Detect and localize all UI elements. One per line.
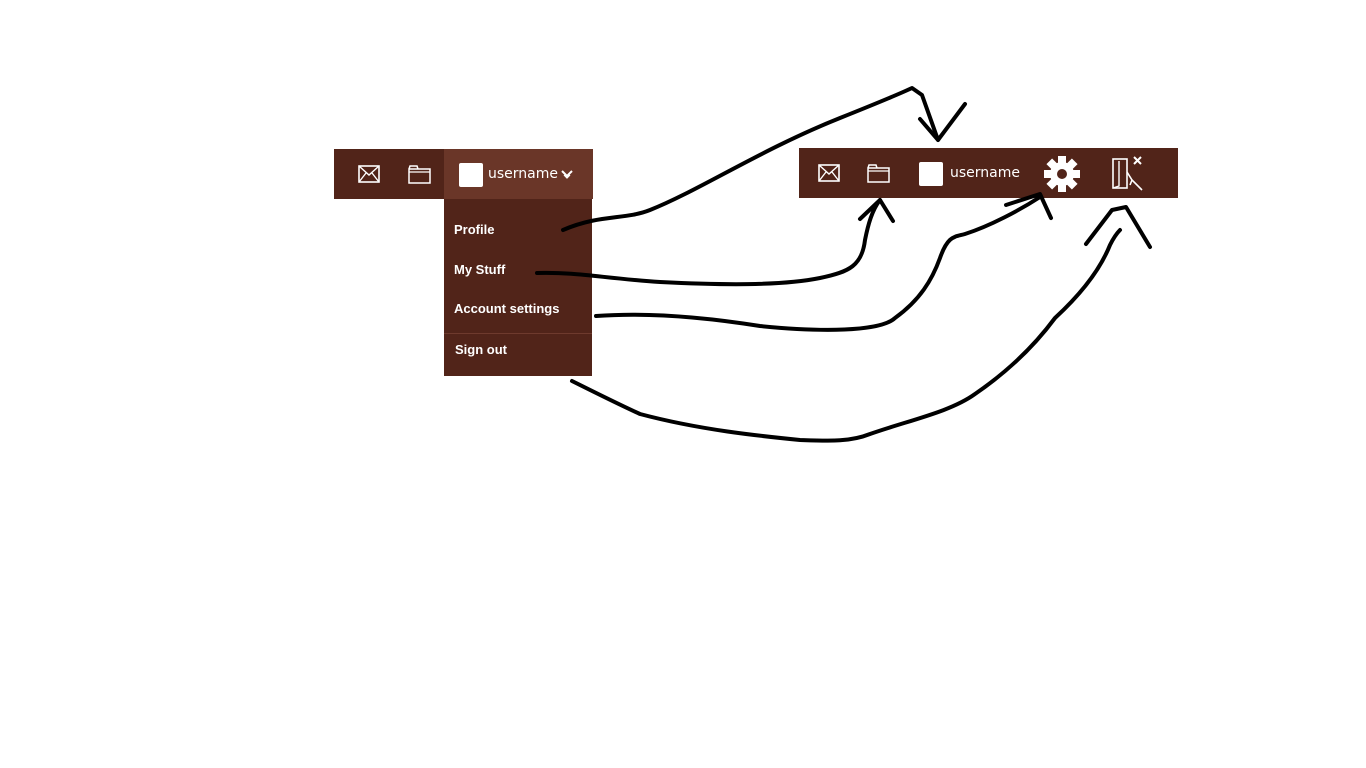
annotation-arrows (535, 86, 1152, 443)
mail-icon[interactable] (818, 164, 840, 182)
folder-icon[interactable] (408, 165, 431, 184)
gear-icon[interactable] (1043, 155, 1081, 193)
avatar[interactable] (919, 162, 943, 186)
menu-divider (444, 333, 592, 334)
arrow-signout-to-exit (570, 228, 1122, 443)
username-label: username (488, 166, 558, 182)
arrowhead-exit (1084, 205, 1152, 249)
chevron-down-icon (561, 170, 573, 179)
menu-item-account-settings[interactable]: Account settings (454, 301, 559, 317)
menu-item-my-stuff[interactable]: My Stuff (454, 262, 505, 278)
menu-item-sign-out[interactable]: Sign out (455, 342, 507, 358)
user-dropdown-menu: Profile My Stuff Account settings Sign o… (444, 199, 592, 376)
toolbar-old: username (334, 149, 593, 199)
folder-icon[interactable] (867, 164, 890, 183)
menu-item-profile[interactable]: Profile (454, 222, 494, 238)
user-menu-toggle[interactable]: username (444, 149, 593, 199)
avatar (459, 163, 483, 187)
toolbar-new: username (799, 148, 1178, 198)
sign-out-icon[interactable] (1110, 154, 1148, 192)
arrowhead-username (918, 117, 940, 142)
arrowhead-folder (858, 198, 895, 223)
mail-icon[interactable] (358, 165, 380, 183)
username-label[interactable]: username (950, 164, 1020, 182)
arrow-settings-to-gear (594, 195, 1042, 332)
